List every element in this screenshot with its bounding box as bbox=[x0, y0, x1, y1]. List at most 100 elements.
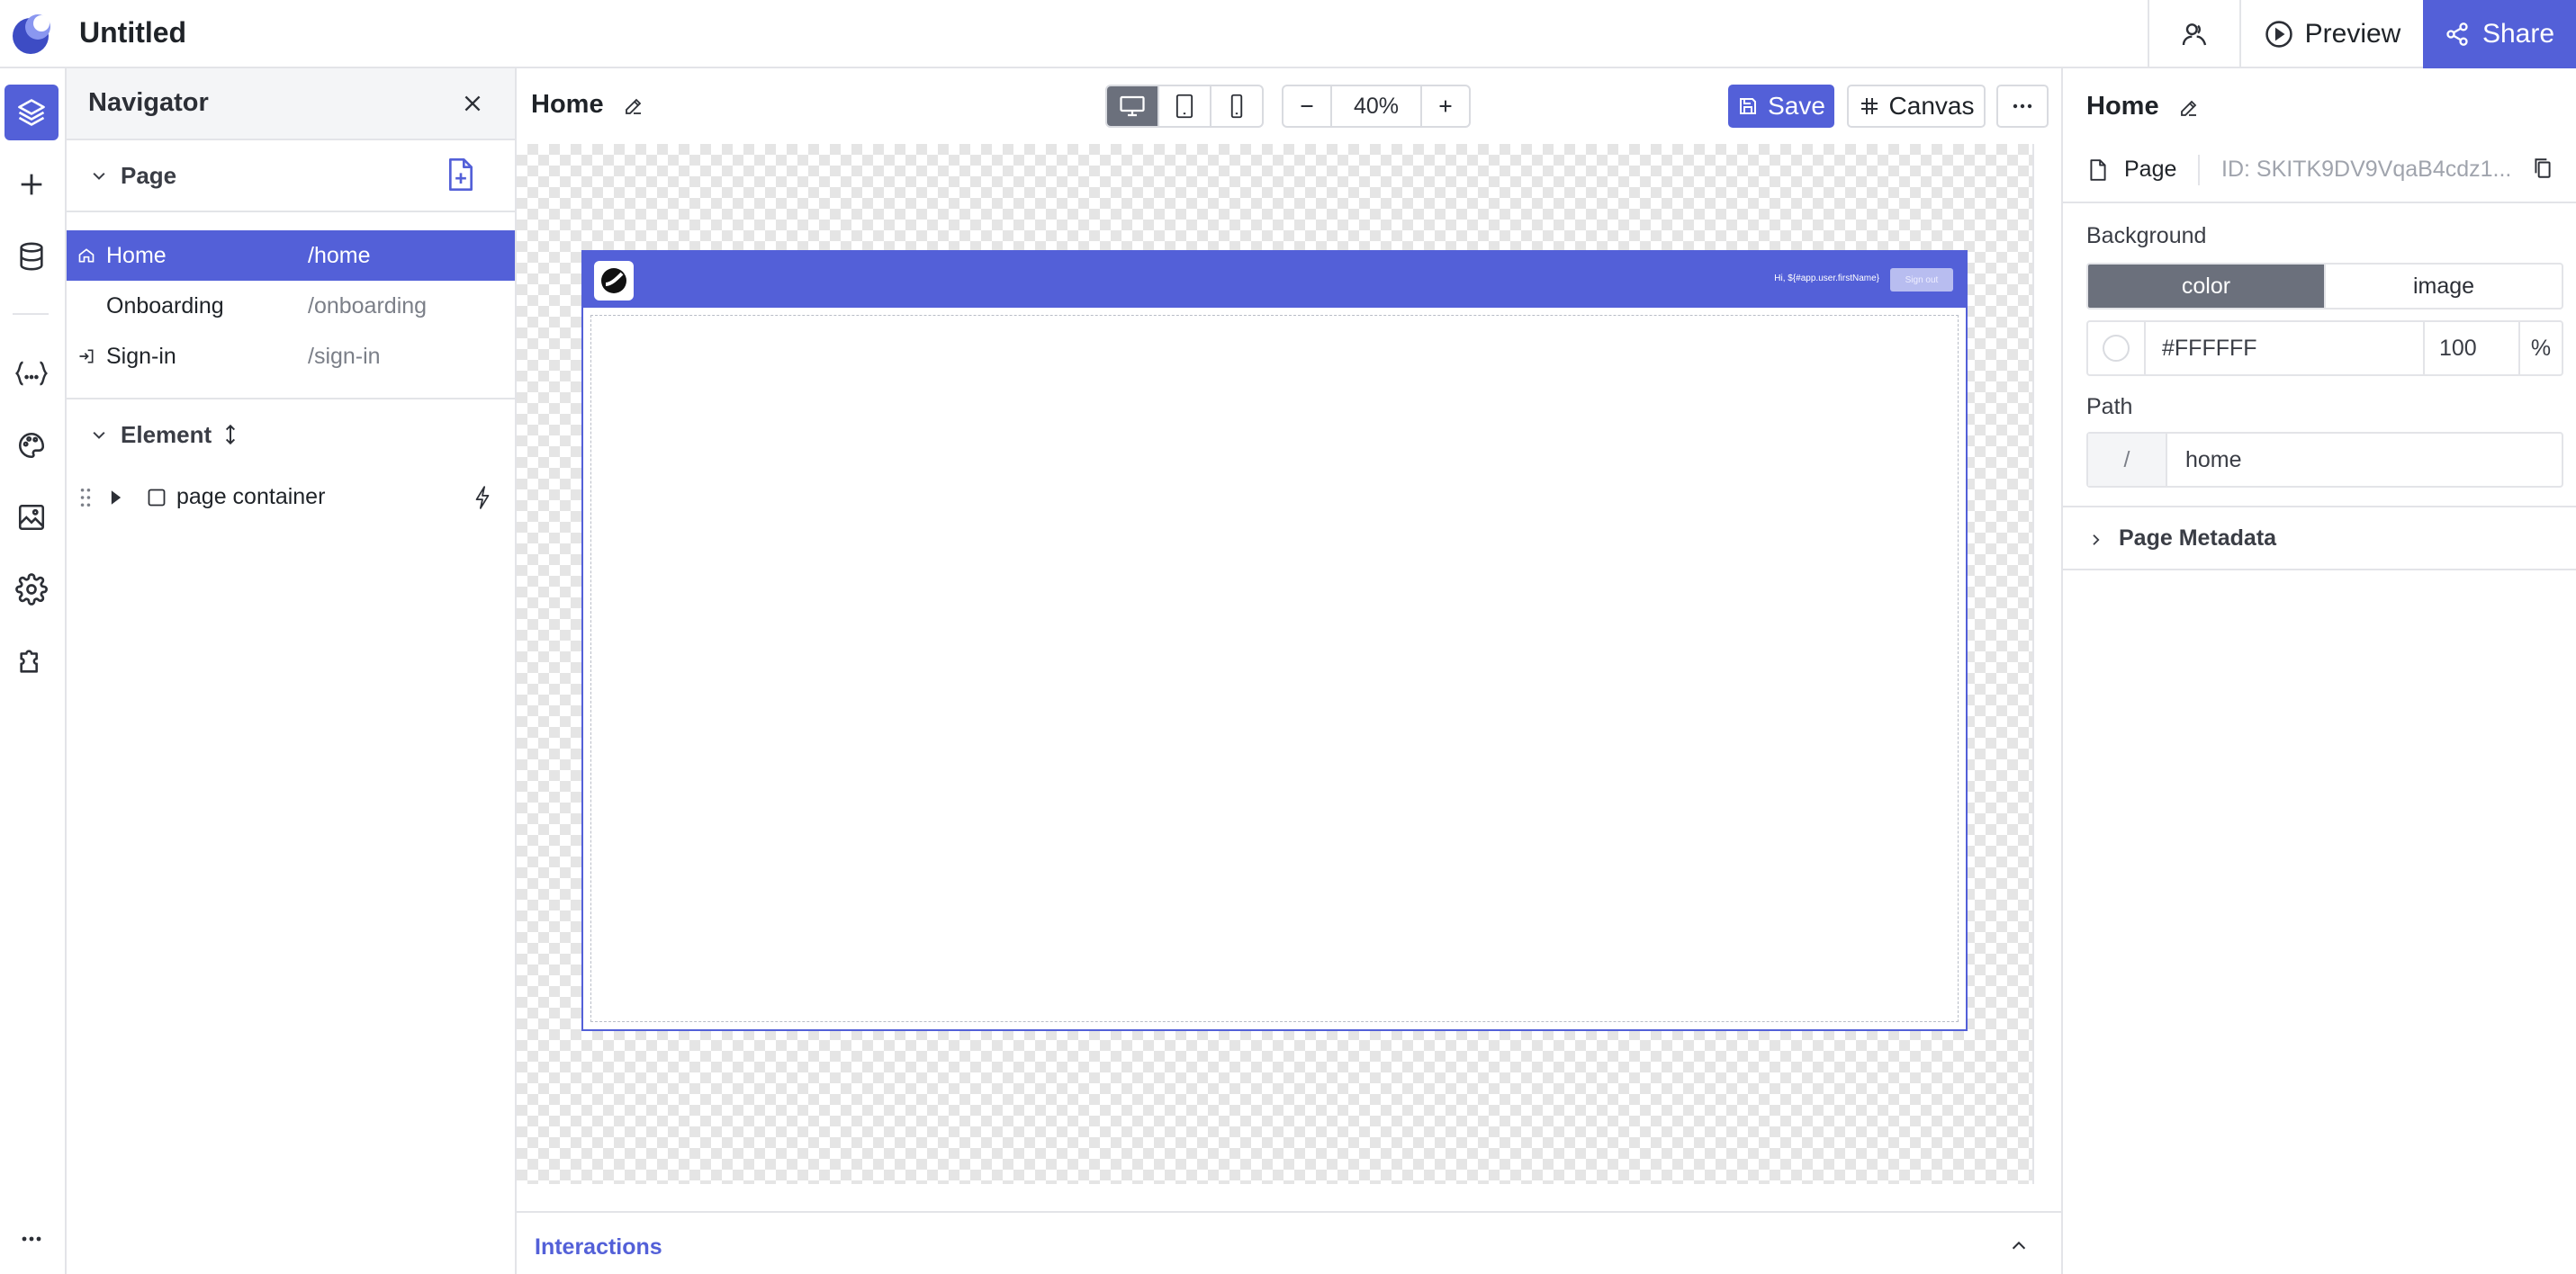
media-button[interactable] bbox=[5, 489, 59, 545]
page-name: Onboarding bbox=[106, 293, 224, 318]
plus-icon bbox=[1436, 96, 1455, 116]
more-options-button[interactable] bbox=[5, 1211, 59, 1267]
puzzle-icon bbox=[16, 646, 47, 677]
divider bbox=[2198, 155, 2200, 185]
preview-sign-out-button[interactable]: Sign out bbox=[1890, 268, 1953, 292]
more-button[interactable] bbox=[1996, 85, 2049, 128]
element-tree-item[interactable]: page container bbox=[67, 471, 515, 522]
database-button[interactable] bbox=[5, 229, 59, 284]
navigator-panel: Navigator Page Home /home Onboarding /on… bbox=[67, 68, 517, 1274]
inspector-title: Home bbox=[2086, 92, 2159, 121]
preview-button[interactable]: Preview bbox=[2241, 0, 2423, 68]
element-section-header[interactable]: Element bbox=[67, 399, 515, 471]
variables-button[interactable] bbox=[5, 345, 59, 401]
theme-button[interactable] bbox=[5, 417, 59, 473]
divider bbox=[67, 381, 515, 399]
zoom-in-button[interactable] bbox=[1422, 86, 1469, 126]
mobile-view-button[interactable] bbox=[1211, 86, 1262, 126]
zoom-level[interactable]: 40% bbox=[1330, 86, 1422, 126]
copy-icon[interactable] bbox=[2533, 157, 2553, 180]
background-type-toggle: color image bbox=[2086, 263, 2563, 310]
canvas-button[interactable]: Canvas bbox=[1847, 85, 1986, 128]
chevron-up-icon[interactable] bbox=[2009, 1236, 2029, 1256]
layers-icon bbox=[15, 96, 48, 129]
editor-toolbar: Home 40% Save Canvas bbox=[517, 68, 2061, 144]
variables-icon bbox=[14, 358, 49, 389]
path-field: / home bbox=[2086, 432, 2563, 488]
page-metadata-label: Page Metadata bbox=[2119, 525, 2277, 551]
tablet-view-button[interactable] bbox=[1159, 86, 1211, 126]
preview-greeting: Hi, ${#app.user.firstName} bbox=[1774, 274, 1879, 283]
desktop-icon bbox=[1119, 94, 1146, 118]
page-name: Home bbox=[106, 243, 167, 268]
inspector-type-row: Page ID: SKITK9DV9VqaB4cdz1... bbox=[2063, 137, 2576, 203]
path-prefix: / bbox=[2088, 434, 2167, 486]
sort-vertical-icon[interactable] bbox=[223, 423, 238, 446]
design-canvas[interactable]: Hi, ${#app.user.firstName} Sign out bbox=[517, 144, 2034, 1184]
add-button[interactable] bbox=[5, 157, 59, 212]
preview-label: Preview bbox=[2304, 19, 2401, 49]
layers-button[interactable] bbox=[5, 85, 59, 140]
page-list: Home /home Onboarding /onboarding Sign-i… bbox=[67, 212, 515, 381]
element-section-label: Element bbox=[121, 421, 212, 448]
page-name: Sign-in bbox=[106, 344, 176, 369]
page-container[interactable] bbox=[590, 315, 1959, 1022]
grid-hash-icon bbox=[1859, 95, 1880, 117]
gear-icon bbox=[15, 573, 48, 606]
box-icon bbox=[148, 489, 166, 507]
background-label: Background bbox=[2086, 223, 2207, 248]
save-button[interactable]: Save bbox=[1728, 85, 1834, 128]
canvas-label: Canvas bbox=[1888, 92, 1975, 120]
home-icon bbox=[77, 247, 95, 265]
bg-image-option[interactable]: image bbox=[2324, 265, 2562, 308]
navigator-title: Navigator bbox=[88, 88, 209, 117]
drag-handle-icon[interactable] bbox=[79, 488, 92, 507]
page-path: /home bbox=[308, 243, 371, 268]
more-horizontal-icon bbox=[2013, 103, 2032, 109]
zoom-out-button[interactable] bbox=[1283, 86, 1330, 126]
plugins-button[interactable] bbox=[5, 633, 59, 689]
preview-header[interactable]: Hi, ${#app.user.firstName} Sign out bbox=[583, 252, 1966, 308]
settings-button[interactable] bbox=[5, 561, 59, 617]
play-circle-icon bbox=[2264, 19, 2294, 49]
divider bbox=[13, 313, 49, 315]
lightning-icon[interactable] bbox=[473, 486, 491, 509]
chevron-down-icon[interactable] bbox=[90, 426, 108, 444]
edit-icon[interactable] bbox=[623, 95, 644, 117]
desktop-view-button[interactable] bbox=[1107, 86, 1159, 126]
share-icon bbox=[2445, 22, 2470, 47]
page-section-header[interactable]: Page bbox=[67, 140, 515, 212]
caret-right-icon[interactable] bbox=[110, 489, 122, 506]
page-item-onboarding[interactable]: Onboarding /onboarding bbox=[67, 281, 515, 331]
page-item-sign-in[interactable]: Sign-in /sign-in bbox=[67, 331, 515, 381]
page-path: /sign-in bbox=[308, 344, 381, 369]
share-label: Share bbox=[2481, 19, 2555, 49]
share-button[interactable]: Share bbox=[2423, 0, 2576, 68]
path-label: Path bbox=[2086, 394, 2133, 419]
page-icon bbox=[2088, 158, 2108, 182]
zoom-control: 40% bbox=[1282, 85, 1471, 128]
opacity-input[interactable]: 100 bbox=[2425, 322, 2520, 374]
app-title[interactable]: Untitled bbox=[79, 14, 186, 50]
app-logo-icon[interactable] bbox=[11, 9, 54, 56]
edit-icon[interactable] bbox=[2178, 97, 2200, 119]
color-hex-input[interactable]: #FFFFFF bbox=[2146, 322, 2425, 374]
chevron-right-icon[interactable] bbox=[2088, 531, 2104, 549]
save-icon bbox=[1737, 95, 1759, 117]
color-swatch-button[interactable] bbox=[2088, 322, 2146, 374]
page-preview-frame[interactable]: Hi, ${#app.user.firstName} Sign out bbox=[581, 250, 1968, 1031]
users-button[interactable] bbox=[2149, 0, 2239, 68]
bg-color-option[interactable]: color bbox=[2088, 265, 2324, 308]
inspector-type-label: Page bbox=[2124, 157, 2177, 182]
page-metadata-section[interactable]: Page Metadata bbox=[2063, 506, 2576, 570]
add-page-icon[interactable] bbox=[445, 157, 477, 193]
close-icon[interactable] bbox=[461, 92, 484, 115]
minus-icon bbox=[1297, 96, 1317, 116]
interactions-panel[interactable]: Interactions bbox=[517, 1211, 2061, 1274]
preview-logo-icon bbox=[594, 261, 634, 301]
path-input[interactable]: home bbox=[2167, 434, 2562, 486]
chevron-down-icon[interactable] bbox=[90, 167, 108, 185]
users-icon bbox=[2180, 20, 2209, 49]
page-section-label: Page bbox=[121, 162, 177, 189]
page-item-home[interactable]: Home /home bbox=[67, 230, 515, 281]
